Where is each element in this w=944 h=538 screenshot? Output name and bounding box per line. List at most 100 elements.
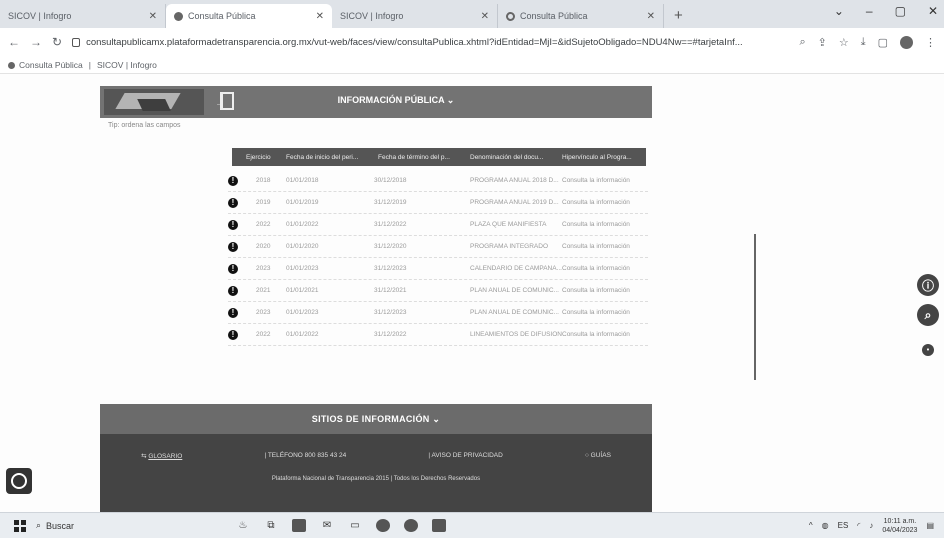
tray-chevron-icon[interactable]: ^ (809, 521, 813, 530)
start-icon[interactable] (14, 519, 26, 532)
taskbar-clock[interactable]: 10:11 a.m. 04/04/2023 (882, 517, 917, 535)
info-icon[interactable]: ! (228, 197, 238, 208)
cell-ejercicio: 2019 (256, 199, 271, 206)
app-icon[interactable] (432, 519, 446, 532)
cell-hipervinculo[interactable]: Consulta la información (562, 287, 646, 294)
close-icon[interactable]: ✕ (647, 11, 655, 22)
file-explorer-icon[interactable]: ▭ (348, 519, 362, 532)
tab-consulta-publica-1[interactable]: Consulta Pública ✕ (166, 4, 332, 28)
cell-fecha-termino: 31/12/2021 (374, 287, 407, 294)
cell-ejercicio: 2022 (256, 331, 271, 338)
window-close-icon[interactable]: ✕ (928, 4, 938, 18)
clock-date: 04/04/2023 (882, 526, 918, 534)
bookmark-label: Consulta Pública (19, 59, 83, 70)
cell-hipervinculo[interactable]: Consulta la información (562, 309, 646, 316)
bookmark-consulta-publica[interactable]: Consulta Pública (8, 60, 83, 70)
tab-label: Consulta Pública (188, 11, 256, 21)
toolbar-icons: ⌕ ⇪ ☆ ⤓ ▢ ⋮ (799, 35, 936, 49)
footer-link-glosario[interactable]: ⇆ GLOSARIO (141, 452, 182, 460)
chrome-icon[interactable] (404, 519, 418, 532)
profile-avatar[interactable] (900, 35, 913, 49)
tab-consulta-publica-2[interactable]: Consulta Pública ✕ (498, 4, 664, 28)
menu-icon[interactable]: ⋮ (925, 36, 936, 49)
volume-icon[interactable]: ♪ (869, 521, 873, 530)
mail-icon[interactable]: ✉ (320, 519, 334, 532)
info-icon[interactable]: ! (228, 285, 238, 296)
accessibility-button[interactable] (6, 468, 32, 494)
tab-search-icon[interactable]: ⌄ (834, 4, 844, 18)
scrollbar[interactable] (754, 234, 756, 380)
zoom-icon[interactable]: ⌕ (799, 36, 805, 49)
tab-label: SICOV | Infogro (340, 11, 404, 21)
info-widget-icon[interactable]: ⓘ (917, 274, 939, 296)
column-header-hipervinculo[interactable]: Hipervínculo al Progra... (558, 154, 646, 161)
column-header-denominacion[interactable]: Denominación del docu... (466, 154, 558, 161)
footer-link-label: GUÍAS (590, 452, 611, 459)
maximize-icon[interactable]: ▢ (895, 4, 906, 18)
tab-sicov-2[interactable]: SICOV | Infogro ✕ (332, 4, 498, 28)
tab-label: SICOV | Infogro (8, 11, 72, 21)
cell-hipervinculo[interactable]: Consulta la información (562, 265, 646, 272)
clock-time: 10:11 a.m. (883, 517, 917, 525)
close-icon[interactable]: ✕ (481, 11, 489, 22)
sidebar-icon[interactable]: ▢ (878, 36, 888, 49)
tray-language[interactable]: ES (838, 521, 849, 530)
cell-fecha-inicio: 01/01/2023 (286, 309, 319, 316)
footer-link-aviso-privacidad[interactable]: | AVISO DE PRIVACIDAD (428, 452, 502, 460)
info-icon[interactable]: ! (228, 175, 238, 186)
column-header-ejercicio[interactable]: Ejercicio (232, 154, 282, 161)
cell-hipervinculo[interactable]: Consulta la información (562, 331, 646, 338)
download-icon[interactable]: ⤓ (861, 36, 866, 49)
menu-informacion-publica[interactable]: INFORMACIÓN PÚBLICA ⌄ (100, 95, 652, 106)
footer-link-guias[interactable]: ○ GUÍAS (585, 452, 611, 460)
minimize-icon[interactable]: – (866, 4, 873, 18)
cell-denominacion: PLAZA QUE MANIFIESTA (470, 221, 547, 228)
task-view-icon[interactable]: ⧉ (264, 519, 278, 532)
cell-hipervinculo[interactable]: Consulta la información (562, 177, 646, 184)
cell-fecha-termino: 31/12/2023 (374, 265, 407, 272)
store-icon[interactable] (292, 519, 306, 532)
star-icon[interactable]: ☆ (839, 36, 849, 49)
cell-hipervinculo[interactable]: Consulta la información (562, 199, 646, 206)
cell-ejercicio: 2020 (256, 243, 271, 250)
share-icon[interactable]: ⇪ (818, 36, 827, 49)
tray-app-icon[interactable]: ◍ (822, 521, 829, 530)
cell-fecha-termino: 31/12/2020 (374, 243, 407, 250)
info-icon[interactable]: ! (228, 307, 238, 318)
footer-sitios-informacion[interactable]: SITIOS DE INFORMACIÓN ⌄ (100, 404, 652, 434)
cell-fecha-termino: 31/12/2019 (374, 199, 407, 206)
footer-telefono: | TELÉFONO 800 835 43 24 (264, 452, 347, 459)
new-tab-button[interactable]: + (674, 7, 683, 24)
windows-taskbar: ⌕ Buscar ♨ ⧉ ✉ ▭ ^ ◍ ES ◜ ♪ 10:11 a.m. 0… (0, 512, 944, 538)
cell-fecha-inicio: 01/01/2022 (286, 331, 319, 338)
address-bar[interactable]: consultapublicamx.plataformadetransparen… (72, 32, 789, 52)
bookmark-sicov[interactable]: SICOV | Infogro (97, 60, 157, 70)
network-icon[interactable]: ◜ (857, 521, 860, 530)
close-icon[interactable]: ✕ (316, 11, 324, 22)
cell-hipervinculo[interactable]: Consulta la información (562, 221, 646, 228)
info-icon[interactable]: ! (228, 219, 238, 230)
page-content: → INFORMACIÓN PÚBLICA ⌄ Tip: ordena las … (0, 74, 944, 512)
column-header-fecha-inicio[interactable]: Fecha de inicio del peri... (282, 154, 374, 161)
help-widget-icon[interactable]: • (922, 344, 934, 356)
notifications-icon[interactable]: ▤ (926, 521, 934, 530)
cell-denominacion: PROGRAMA INTEGRADO (470, 243, 549, 250)
search-widget-icon[interactable]: ⌕ (917, 304, 939, 326)
taskbar-search[interactable]: ⌕ Buscar (36, 520, 176, 531)
close-icon[interactable]: ✕ (149, 11, 157, 22)
info-icon[interactable]: ! (228, 329, 238, 340)
tab-sicov-1[interactable]: SICOV | Infogro ✕ (0, 4, 166, 28)
tab-label: Consulta Pública (520, 11, 588, 21)
back-icon[interactable]: ← (8, 35, 20, 49)
forward-icon[interactable]: → (30, 35, 42, 49)
info-icon[interactable]: ! (228, 263, 238, 274)
column-header-fecha-termino[interactable]: Fecha de término del p... (374, 154, 466, 161)
system-tray: ^ ◍ ES ◜ ♪ 10:11 a.m. 04/04/2023 ▤ (809, 517, 944, 535)
cell-hipervinculo[interactable]: Consulta la información (562, 243, 646, 250)
info-icon[interactable]: ! (228, 241, 238, 252)
widgets-icon[interactable]: ♨ (236, 519, 250, 532)
browser-toolbar: ← → ↻ consultapublicamx.plataformadetran… (0, 28, 944, 56)
reload-icon[interactable]: ↻ (52, 35, 62, 49)
screen: SICOV | Infogro ✕ Consulta Pública ✕ SIC… (0, 0, 944, 538)
edge-icon[interactable] (376, 519, 390, 532)
